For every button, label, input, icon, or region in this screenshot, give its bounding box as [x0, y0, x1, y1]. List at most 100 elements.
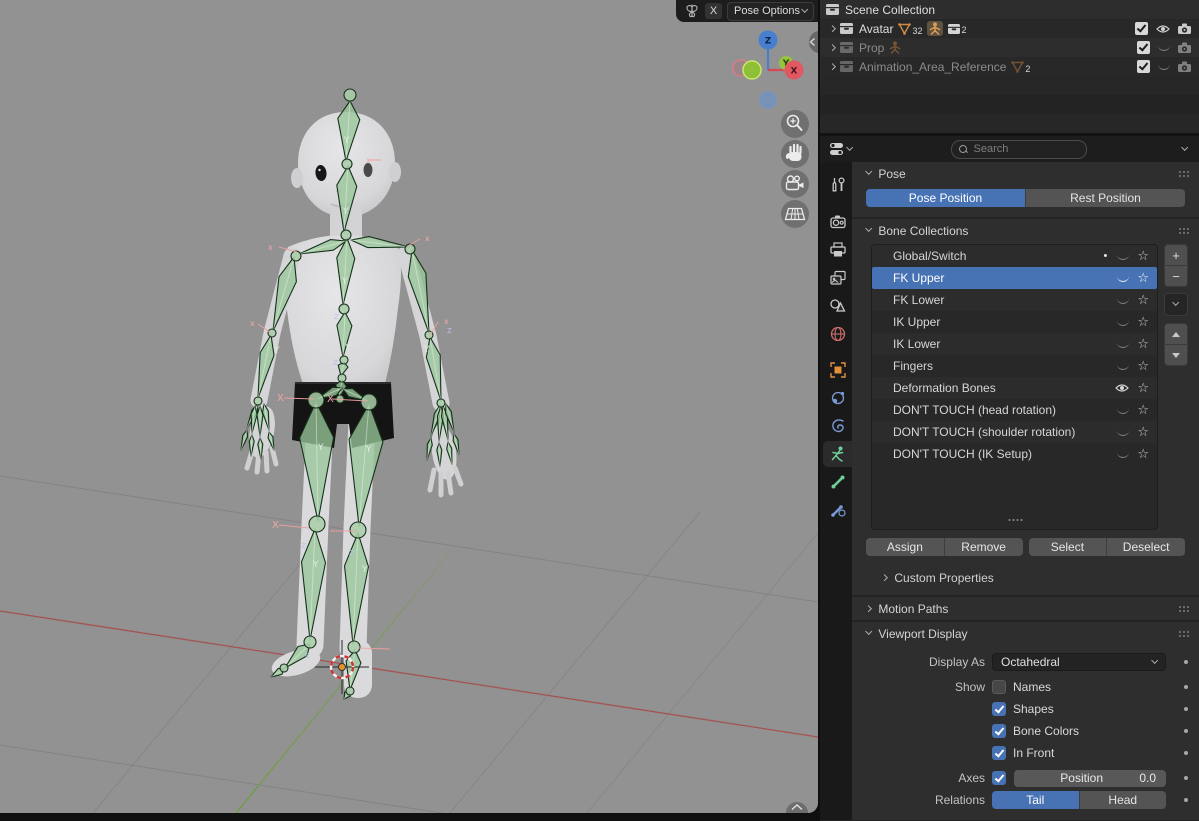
animate-dot[interactable] [1184, 751, 1188, 755]
animate-dot[interactable] [1184, 707, 1188, 711]
gizmo-neg-y[interactable] [743, 61, 761, 79]
pose-position-button[interactable]: Pose Position [866, 189, 1026, 207]
panel-bone-collections-header[interactable]: Bone Collections [852, 219, 1199, 242]
bone-collection-row[interactable]: DON'T TOUCH (head rotation) ☆ [872, 399, 1157, 421]
tab-object-data[interactable] [823, 441, 852, 467]
tab-output[interactable] [823, 237, 852, 263]
animate-dot[interactable] [1184, 685, 1188, 689]
x-axis-button[interactable]: X [705, 3, 722, 19]
gizmo-neg-z[interactable] [760, 92, 776, 108]
expand-icon[interactable] [829, 63, 837, 71]
panel-grip-icon[interactable] [1178, 605, 1191, 612]
editor-type-button[interactable] [826, 140, 855, 158]
animate-dot[interactable] [1184, 776, 1188, 780]
animate-dot[interactable] [1184, 729, 1188, 733]
animate-dot[interactable] [1184, 798, 1188, 802]
eye-closed-icon[interactable] [1117, 407, 1129, 414]
solo-star-icon[interactable]: ☆ [1137, 360, 1149, 373]
list-resize-grip[interactable] [1007, 518, 1022, 523]
camera-icon[interactable] [1178, 23, 1191, 34]
tab-bone[interactable] [823, 469, 852, 495]
viewport-nav-buttons[interactable] [781, 110, 809, 228]
solo-star-icon[interactable]: ☆ [1137, 448, 1149, 461]
solo-star-icon[interactable]: ☆ [1137, 272, 1149, 285]
eye-closed-icon[interactable] [1117, 253, 1129, 260]
navigation-gizmo[interactable]: Y Z X [733, 31, 804, 109]
rest-position-button[interactable]: Rest Position [1026, 189, 1185, 207]
axes-position-slider[interactable]: Position 0.0 [1014, 770, 1166, 787]
bone-colors-checkbox[interactable] [992, 724, 1006, 738]
bone-collection-row[interactable]: Fingers ☆ [872, 355, 1157, 377]
tab-object[interactable] [823, 357, 852, 383]
move-down-button[interactable] [1164, 344, 1188, 366]
bone-collection-row[interactable]: Global/Switch • ☆ [872, 245, 1157, 267]
bone-collection-row[interactable]: Deformation Bones ☆ [872, 377, 1157, 399]
sidebar-collapse-arrow[interactable] [809, 31, 818, 53]
add-collection-button[interactable]: + [1164, 244, 1188, 266]
panel-grip-icon[interactable] [1178, 227, 1191, 234]
checkbox-checked[interactable] [1137, 41, 1150, 54]
tab-world[interactable] [823, 321, 852, 347]
solo-star-icon[interactable]: ☆ [1137, 426, 1149, 439]
solo-star-icon[interactable]: ☆ [1137, 250, 1149, 263]
relations-head-button[interactable]: Head [1080, 791, 1167, 809]
solo-star-icon[interactable]: ☆ [1137, 294, 1149, 307]
eye-closed-icon[interactable] [1117, 341, 1129, 348]
toggle-grid-button[interactable] [781, 200, 809, 228]
eye-closed-icon[interactable] [1117, 319, 1129, 326]
expand-icon[interactable] [829, 44, 837, 52]
relations-tail-button[interactable]: Tail [992, 791, 1080, 809]
bone-collection-row[interactable]: DON'T TOUCH (shoulder rotation) ☆ [872, 421, 1157, 443]
custom-properties-subpanel[interactable]: Custom Properties [882, 569, 1185, 587]
deselect-button[interactable]: Deselect [1107, 538, 1185, 556]
search-input[interactable] [972, 142, 1056, 156]
tab-view-layer[interactable] [823, 265, 852, 291]
eye-closed-icon[interactable] [1158, 44, 1170, 51]
bottom-collapse-arrow[interactable] [786, 802, 808, 813]
checkbox-checked[interactable] [1137, 60, 1150, 73]
eye-closed-icon[interactable] [1117, 297, 1129, 304]
bone-collection-row[interactable]: IK Upper ☆ [872, 311, 1157, 333]
eye-open-icon[interactable] [1115, 383, 1129, 393]
eye-open-icon[interactable] [1156, 24, 1170, 34]
tab-scene[interactable] [823, 293, 852, 319]
bone-collection-row[interactable]: FK Lower ☆ [872, 289, 1157, 311]
3d-viewport[interactable]: YYYYYYYYYYxxxxXXXxZZZZZZ Y Z X [0, 0, 818, 813]
in-front-checkbox[interactable] [992, 746, 1006, 760]
panel-grip-icon[interactable] [1178, 630, 1191, 637]
solo-star-icon[interactable]: ☆ [1137, 338, 1149, 351]
zoom-tool-button[interactable] [781, 110, 809, 138]
tab-bone-constraints[interactable] [823, 497, 852, 523]
armature-overlay[interactable]: YYYYYYYYYYxxxxXXXxZZZZZZ [241, 89, 459, 699]
solo-star-icon[interactable]: ☆ [1137, 404, 1149, 417]
camera-icon[interactable] [1178, 61, 1191, 72]
solo-star-icon[interactable]: ☆ [1137, 382, 1149, 395]
assign-button[interactable]: Assign [866, 538, 945, 556]
panel-motion-paths-header[interactable]: Motion Paths [852, 597, 1199, 620]
select-button[interactable]: Select [1029, 538, 1108, 556]
bone-collection-row-selected[interactable]: FK Upper ☆ [872, 267, 1157, 289]
bone-collection-row[interactable]: IK Lower ☆ [872, 333, 1157, 355]
remove-collection-button[interactable]: − [1164, 265, 1188, 287]
eye-closed-icon[interactable] [1158, 63, 1170, 70]
tab-tool[interactable] [823, 172, 852, 198]
x-axis-mirror-icon[interactable] [684, 3, 700, 19]
remove-button[interactable]: Remove [945, 538, 1023, 556]
animate-dot[interactable] [1184, 660, 1188, 664]
eye-closed-icon[interactable] [1117, 429, 1129, 436]
outliner-row-animation-area-reference[interactable]: Animation_Area_Reference 2 [820, 57, 1199, 76]
display-as-dropdown[interactable]: Octahedral [992, 653, 1166, 671]
camera-icon[interactable] [1178, 42, 1191, 53]
tab-constraints[interactable] [823, 385, 852, 411]
move-up-button[interactable] [1164, 323, 1188, 345]
outliner-row-prop[interactable]: Prop [820, 38, 1199, 57]
specials-menu-button[interactable] [1164, 293, 1188, 316]
shapes-checkbox[interactable] [992, 702, 1006, 716]
panel-viewport-display-header[interactable]: Viewport Display [852, 622, 1199, 645]
expand-icon[interactable] [829, 25, 837, 33]
checkbox-checked[interactable] [1135, 22, 1148, 35]
panel-pose-header[interactable]: Pose [852, 162, 1199, 185]
outliner-row-avatar[interactable]: Avatar 32 [820, 19, 1199, 38]
tab-physics[interactable] [823, 413, 852, 439]
bone-collection-row[interactable]: DON'T TOUCH (IK Setup) ☆ [872, 443, 1157, 465]
